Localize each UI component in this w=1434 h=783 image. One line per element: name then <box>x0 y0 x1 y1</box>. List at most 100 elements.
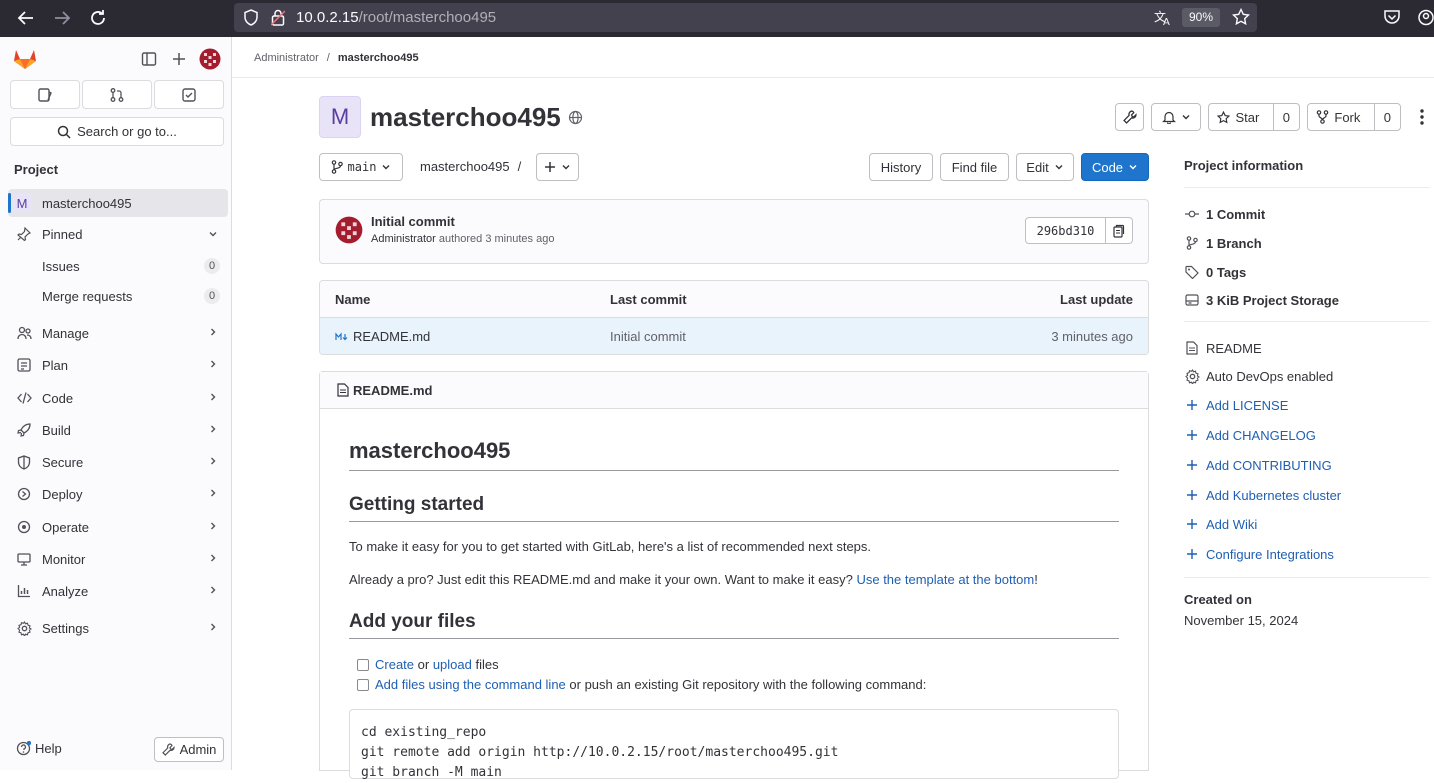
account-icon[interactable] <box>1418 9 1434 26</box>
sidebar-item-pinned[interactable]: Pinned <box>8 220 228 248</box>
readme-filename-link[interactable]: README.md <box>353 383 432 398</box>
sidebar-item-operate[interactable]: Operate <box>8 513 228 541</box>
add-changelog-link[interactable]: Add CHANGELOG <box>1184 427 1316 443</box>
sidebar-item-deploy[interactable]: Deploy <box>8 480 228 508</box>
sidebar-item-build[interactable]: Build <box>8 416 228 444</box>
project-avatar[interactable]: M <box>319 96 361 138</box>
translate-icon[interactable]: 文A <box>1154 9 1172 26</box>
url-text[interactable]: 10.0.2.15/root/masterchoo495 <box>296 9 496 26</box>
search-icon <box>57 125 71 139</box>
commit-icon <box>1184 206 1200 222</box>
add-contributing-link[interactable]: Add CONTRIBUTING <box>1184 457 1332 473</box>
shield-icon[interactable] <box>243 9 259 26</box>
todo-list-button[interactable] <box>154 80 224 109</box>
task-checkbox[interactable] <box>357 658 369 671</box>
storage-link[interactable]: 3 KiB Project Storage <box>1184 292 1339 308</box>
chevron-right-icon <box>208 424 218 434</box>
command-line-link[interactable]: Add files using the command line <box>375 677 566 692</box>
breadcrumb-parent-link[interactable]: Administrator <box>254 52 319 64</box>
sidebar-item-label: Deploy <box>42 486 83 502</box>
fork-count[interactable]: 0 <box>1373 104 1400 130</box>
assigned-issues-button[interactable] <box>10 80 80 109</box>
copy-sha-button[interactable] <box>1105 217 1133 244</box>
add-to-tree-dropdown[interactable] <box>536 153 579 181</box>
star-button-group[interactable]: Star 0 <box>1208 103 1300 131</box>
star-icon <box>1217 110 1231 123</box>
sidebar-item-label: Monitor <box>42 551 86 567</box>
sidebar-item-analyze[interactable]: Analyze <box>8 577 228 605</box>
sidebar-item-manage[interactable]: Manage <box>8 319 228 347</box>
gitlab-logo-icon[interactable] <box>13 48 37 70</box>
zoom-level[interactable]: 90% <box>1182 8 1220 27</box>
sidebar-item-monitor[interactable]: Monitor <box>8 545 228 573</box>
code-block[interactable]: cd existing_repo git remote add origin h… <box>349 709 1119 780</box>
add-wiki-link[interactable]: Add Wiki <box>1184 516 1257 532</box>
readme-link-label: README <box>1206 340 1262 356</box>
bookmark-star-icon[interactable] <box>1232 8 1250 26</box>
insecure-lock-icon[interactable] <box>271 9 285 26</box>
fork-button[interactable]: Fork <box>1308 110 1369 125</box>
back-arrow-icon[interactable] <box>16 8 38 28</box>
create-new-icon[interactable] <box>171 51 187 67</box>
auto-devops-link[interactable]: Auto DevOps enabled <box>1184 368 1333 384</box>
star-button[interactable]: Star <box>1209 110 1268 125</box>
user-avatar[interactable] <box>199 48 221 70</box>
more-actions-icon[interactable] <box>1414 108 1430 126</box>
add-license-link[interactable]: Add LICENSE <box>1184 397 1288 413</box>
sidebar-item-project[interactable]: M masterchoo495 <box>8 189 228 217</box>
table-row[interactable]: README.md Initial commit 3 minutes ago <box>320 318 1148 354</box>
readme-link[interactable]: README <box>1184 340 1262 356</box>
tags-link[interactable]: 0 Tags <box>1184 264 1246 280</box>
code-dropdown[interactable]: Code <box>1081 153 1149 181</box>
history-button[interactable]: History <box>869 153 933 181</box>
sidebar-toggle-icon[interactable] <box>141 51 157 67</box>
breadcrumb-current-link[interactable]: masterchoo495 <box>338 52 419 64</box>
configure-integrations-link[interactable]: Configure Integrations <box>1184 546 1334 562</box>
issues-icon <box>38 87 52 102</box>
merge-requests-button[interactable] <box>82 80 152 109</box>
sidebar-item-settings[interactable]: Settings <box>8 614 228 642</box>
file-last-commit-link[interactable]: Initial commit <box>610 329 686 344</box>
sidebar-item-merge-requests[interactable]: Merge requests 0 <box>8 282 228 310</box>
chevron-down-icon <box>1182 115 1189 120</box>
forward-arrow-icon[interactable] <box>52 8 74 28</box>
file-name-link[interactable]: README.md <box>353 329 430 344</box>
commit-author-link[interactable]: Administrator <box>371 233 436 245</box>
create-link[interactable]: Create <box>375 657 414 672</box>
breadcrumb-separator: / <box>326 52 330 64</box>
svg-text:A: A <box>1163 17 1170 26</box>
search-input[interactable]: Search or go to... <box>10 117 224 146</box>
help-link[interactable]: Help <box>16 741 62 756</box>
sidebar-item-plan[interactable]: Plan <box>8 351 228 379</box>
branches-link[interactable]: 1 Branch <box>1184 235 1262 251</box>
admin-settings-button[interactable] <box>1115 103 1144 131</box>
sidebar-item-secure[interactable]: Secure <box>8 448 228 476</box>
add-kubernetes-cluster-link[interactable]: Add Kubernetes cluster <box>1184 487 1341 503</box>
commit-title-link[interactable]: Initial commit <box>371 214 455 229</box>
reload-icon[interactable] <box>88 8 110 28</box>
created-on-label: Created on <box>1184 592 1252 607</box>
pocket-icon[interactable] <box>1383 9 1401 26</box>
task-list-item: Create or upload files <box>357 657 499 672</box>
sidebar-item-issues[interactable]: Issues 0 <box>8 252 228 280</box>
edit-dropdown[interactable]: Edit <box>1016 153 1074 181</box>
repo-path-link[interactable]: masterchoo495 <box>420 159 510 174</box>
readme-heading-getting-started: Getting started <box>349 494 485 515</box>
branch-selector[interactable]: main <box>319 153 403 181</box>
commit-sha[interactable]: 296bd310 <box>1025 217 1106 244</box>
sidebar-item-code[interactable]: Code <box>8 384 228 412</box>
sidebar-item-label: Manage <box>42 325 89 341</box>
url-bar[interactable]: 10.0.2.15/root/masterchoo495 文A 90% <box>234 3 1257 32</box>
admin-button[interactable]: Admin <box>154 737 224 762</box>
commits-link[interactable]: 1 Commit <box>1184 206 1265 222</box>
url-host: 10.0.2.15 <box>296 9 359 26</box>
find-file-button[interactable]: Find file <box>940 153 1009 181</box>
file-name-cell[interactable]: README.md <box>335 329 430 344</box>
star-count[interactable]: 0 <box>1272 104 1299 130</box>
notifications-dropdown[interactable] <box>1151 103 1201 131</box>
upload-link[interactable]: upload <box>433 657 472 672</box>
template-link[interactable]: Use the template at the bottom <box>856 572 1034 587</box>
fork-button-group[interactable]: Fork 0 <box>1307 103 1401 131</box>
task-checkbox[interactable] <box>357 678 369 691</box>
commit-author-avatar[interactable] <box>335 216 363 244</box>
